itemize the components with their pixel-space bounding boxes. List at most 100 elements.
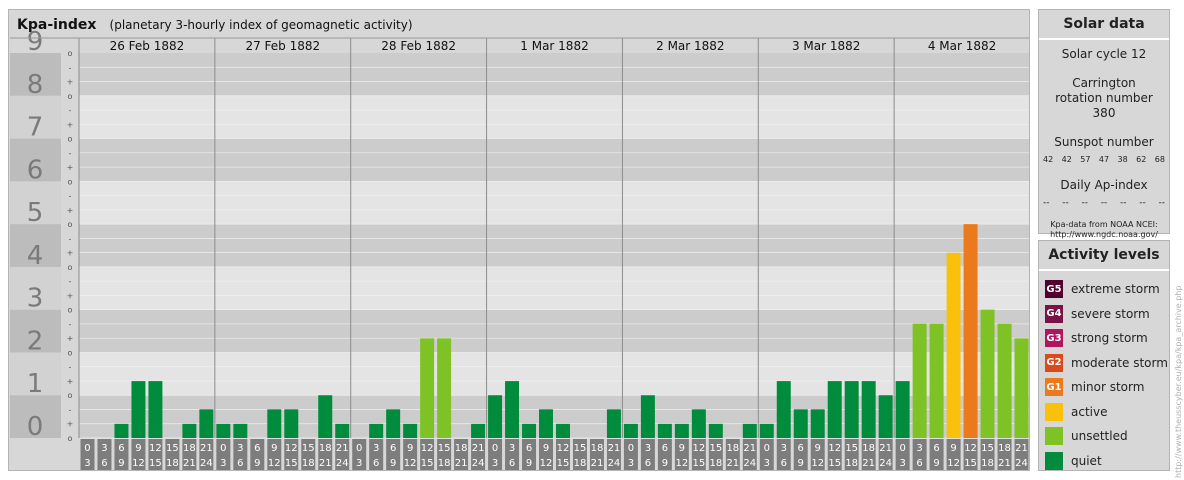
sunspot-value: 42 [1061, 155, 1072, 164]
level-band [79, 309, 1029, 353]
level-swatch [1045, 402, 1063, 421]
kp-bar [997, 323, 1012, 438]
kp-bar [335, 423, 350, 438]
ap-value: -- [1139, 198, 1146, 208]
kpa-bar-chart: 0123456789o+-o+-o+-o+-o+-o+-o+-o+-o+-o26… [10, 27, 1029, 470]
kp-bar [556, 423, 570, 438]
y-tick-label: 6 [27, 155, 44, 185]
interval-start-label: 12 [421, 443, 434, 454]
interval-end-label: 9 [662, 458, 668, 469]
source-link[interactable]: http://www.ngdc.noaa.gov/ [1039, 230, 1169, 240]
kp-bar [657, 423, 672, 438]
interval-start-label: 18 [862, 443, 875, 454]
interval-start-label: 6 [798, 443, 804, 454]
y-subtick-label: + [67, 206, 74, 215]
interval-start-label: 21 [879, 443, 892, 454]
interval-end-label: 18 [302, 458, 315, 469]
kp-bar [623, 423, 638, 438]
kp-bar [844, 381, 859, 438]
interval-start-label: 12 [828, 443, 841, 454]
interval-start-label: 15 [574, 443, 587, 454]
interval-start-label: 18 [319, 443, 332, 454]
interval-start-label: 0 [628, 443, 634, 454]
interval-start-label: 15 [845, 443, 858, 454]
day-label: 27 Feb 1882 [245, 39, 320, 53]
level-label: unsettled [1071, 429, 1128, 444]
y-tick-label: 0 [27, 412, 44, 442]
y-subtick-label: + [67, 377, 74, 386]
solar-data-panel: Solar data Solar cycle 12 Carrington rot… [1038, 9, 1170, 239]
kp-bar [369, 423, 384, 438]
interval-end-label: 9 [254, 458, 260, 469]
interval-start-label: 18 [591, 443, 604, 454]
interval-end-label: 6 [645, 458, 651, 469]
interval-start-label: 9 [679, 443, 685, 454]
y-subtick-label: o [68, 348, 73, 357]
interval-end-label: 3 [628, 458, 634, 469]
interval-end-label: 12 [268, 458, 281, 469]
sunspot-value: 38 [1117, 155, 1128, 164]
level-label: extreme storm [1071, 282, 1160, 297]
y-subtick-label: o [68, 434, 73, 443]
kp-bar [810, 409, 825, 438]
y-subtick-label: - [69, 405, 72, 414]
y-subtick-label: - [69, 277, 72, 286]
level-label: strong storm [1071, 331, 1148, 346]
interval-start-label: 6 [526, 443, 532, 454]
interval-start-label: 0 [764, 443, 770, 454]
level-band [79, 224, 1029, 267]
kp-bar [793, 409, 808, 438]
interval-start-label: 9 [407, 443, 413, 454]
level-swatch: G3 [1045, 329, 1063, 348]
kp-bar [929, 323, 944, 438]
interval-start-label: 3 [645, 443, 651, 454]
interval-start-label: 0 [492, 443, 498, 454]
interval-end-label: 9 [390, 458, 396, 469]
kp-bar [895, 381, 910, 438]
ap-values: -- -- -- -- -- -- -- [1039, 198, 1169, 208]
kp-bar [878, 395, 893, 438]
interval-start-label: 6 [933, 443, 939, 454]
interval-end-label: 24 [879, 458, 892, 469]
activity-level-item: active [1045, 400, 1169, 425]
interval-end-label: 6 [101, 458, 107, 469]
interval-end-label: 18 [574, 458, 587, 469]
interval-start-label: 21 [336, 443, 349, 454]
interval-start-label: 6 [254, 443, 260, 454]
level-band [79, 352, 1029, 396]
interval-end-label: 15 [964, 458, 977, 469]
y-subtick-label: o [68, 177, 73, 186]
level-band [79, 53, 1029, 96]
kp-bar [318, 395, 333, 438]
ap-value: -- [1100, 198, 1108, 208]
kp-bar [827, 381, 842, 438]
source-note: Kpa-data from NOAA NCEI: http://www.ngdc… [1039, 220, 1169, 240]
kp-bar [691, 409, 706, 438]
interval-end-label: 24 [608, 458, 621, 469]
y-tick-label: 9 [27, 27, 44, 57]
y-subtick-label: - [69, 63, 72, 72]
kp-bar [963, 224, 978, 438]
interval-end-label: 18 [709, 458, 722, 469]
interval-end-label: 9 [933, 458, 939, 469]
interval-end-label: 15 [828, 458, 841, 469]
kp-bar [471, 423, 486, 438]
kpa-chart-panel: Kpa-index (planetary 3-hourly index of g… [8, 9, 1030, 471]
level-band [79, 138, 1029, 182]
interval-start-label: 15 [709, 443, 722, 454]
interval-start-label: 6 [118, 443, 124, 454]
interval-start-label: 15 [438, 443, 451, 454]
solar-cycle: Solar cycle 12 [1061, 47, 1147, 61]
kp-bar [708, 423, 723, 438]
kp-bar [505, 381, 520, 438]
interval-end-label: 24 [1015, 458, 1028, 469]
sunspot-value: 62 [1136, 155, 1147, 164]
interval-end-label: 21 [726, 458, 739, 469]
interval-start-label: 3 [916, 443, 922, 454]
y-subtick-label: - [69, 363, 72, 372]
sunspot-value: 68 [1154, 155, 1165, 164]
interval-end-label: 6 [781, 458, 787, 469]
interval-start-label: 12 [149, 443, 162, 454]
activity-levels-title: Activity levels [1039, 241, 1169, 271]
source-line-1: Kpa-data from NOAA NCEI: [1050, 220, 1158, 229]
